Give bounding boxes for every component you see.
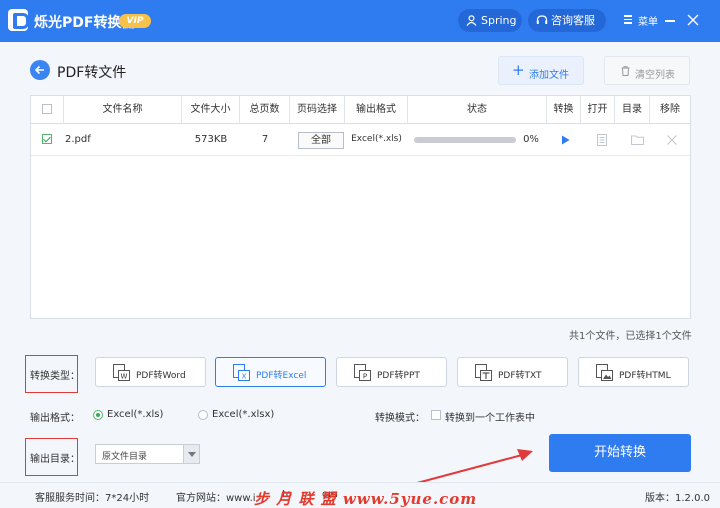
start-convert-button[interactable]: 开始转换 bbox=[549, 434, 691, 472]
watermark-text: 步 月 联 盟 www.5yue.com bbox=[254, 490, 478, 508]
service-hours: 客服服务时间：7*24小时 bbox=[35, 493, 150, 504]
version-text: 版本：1.2.0.0 bbox=[645, 493, 710, 504]
annotation-arrow-icon bbox=[416, 449, 533, 484]
website-link[interactable]: 官方网站：www.i bbox=[176, 489, 256, 504]
